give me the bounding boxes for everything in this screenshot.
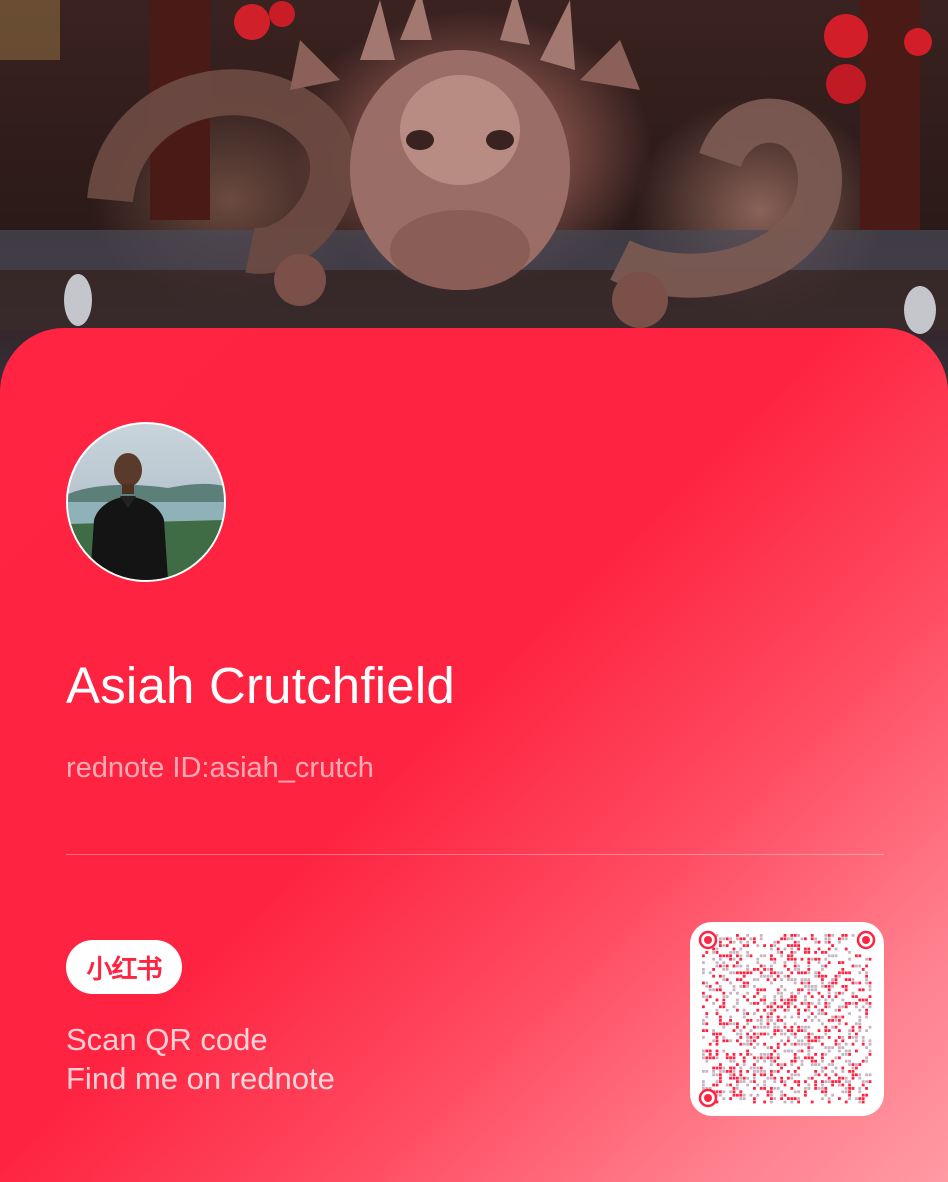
share-card-screen: Asiah Crutchfield rednote ID:asiah_crutc… (0, 0, 948, 1182)
rednote-logo: 小红书 (66, 940, 182, 994)
qr-code[interactable] (690, 922, 884, 1116)
user-name: Asiah Crutchfield (66, 657, 455, 714)
divider (66, 854, 884, 855)
user-id[interactable]: rednote ID:asiah_crutch (66, 752, 374, 785)
avatar[interactable] (66, 422, 226, 582)
profile-photo-icon (68, 453, 224, 580)
profile-share-card: Asiah Crutchfield rednote ID:asiah_crutc… (0, 328, 948, 1182)
find-me-text: Find me on rednote (66, 1061, 335, 1096)
scan-instruction: Scan QR code (66, 1022, 268, 1057)
rednote-logo-text: 小红书 (86, 954, 162, 985)
qr-code-icon (698, 930, 876, 1108)
